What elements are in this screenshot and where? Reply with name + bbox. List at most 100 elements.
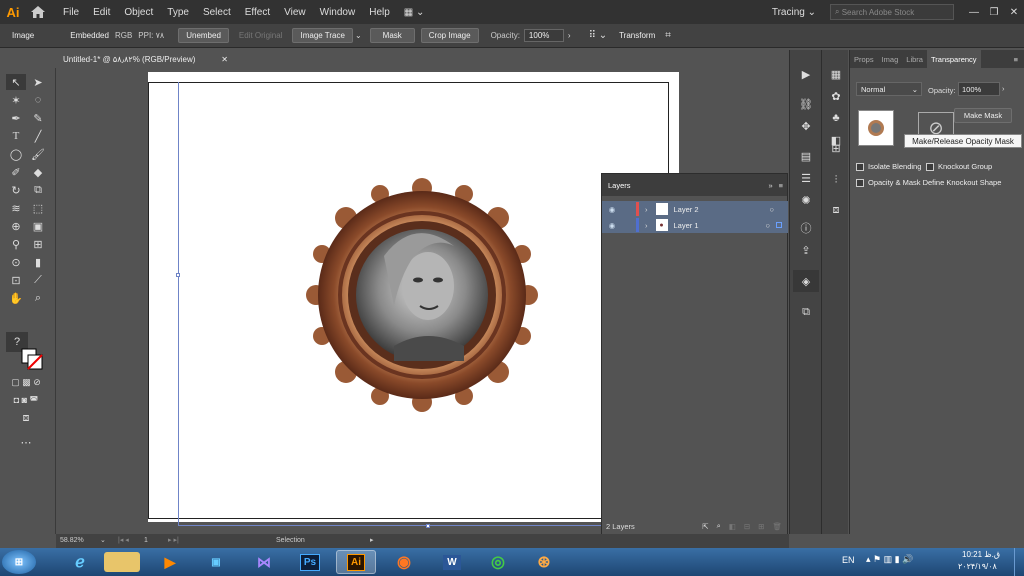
export-icon[interactable]: ⇪ — [796, 242, 816, 258]
appearance-icon[interactable]: ✺ — [796, 192, 816, 208]
menu-help[interactable]: Help — [362, 7, 397, 18]
chrome-icon[interactable]: ◎ — [478, 550, 518, 574]
scale-tool-icon[interactable]: ⧉ — [28, 182, 48, 198]
tab-libraries[interactable]: Libra — [902, 55, 927, 64]
new-sublayer-icon[interactable]: ⊟ — [744, 522, 750, 531]
word-icon[interactable]: W — [432, 550, 472, 574]
opacity-field[interactable]: 100% — [523, 29, 564, 42]
tab-image[interactable]: Imag — [878, 55, 903, 64]
selection-indicator[interactable] — [776, 222, 782, 228]
opacity-arrow-icon[interactable]: › — [568, 31, 571, 40]
magic-wand-icon[interactable]: ✶ — [6, 92, 26, 108]
graph-tool-icon[interactable]: ▮ — [28, 254, 48, 270]
isolate-blending-option[interactable]: Isolate Blending — [856, 162, 921, 172]
zoom-level[interactable]: 58.82% — [60, 537, 84, 544]
export-layer-icon[interactable]: ⇱ — [702, 522, 708, 531]
color-guide-icon[interactable]: ▤ — [796, 148, 816, 164]
artboard-number[interactable]: 1 — [144, 537, 148, 544]
isolate-checkbox[interactable] — [856, 163, 864, 172]
tab-properties[interactable]: Props — [850, 55, 878, 64]
menu-file[interactable]: File — [56, 7, 86, 18]
status-arrow-icon[interactable]: ▸ — [370, 536, 374, 544]
object-thumbnail[interactable] — [858, 110, 894, 146]
target-icon[interactable]: ○ — [765, 221, 770, 230]
hand-tool-icon[interactable]: ✋ — [6, 290, 26, 306]
layers-menu-icon[interactable]: ≡ — [779, 181, 783, 190]
symbols-icon[interactable]: ♣ — [826, 110, 846, 126]
artboard-nav-next-icon[interactable]: ▸ ▸| — [168, 536, 179, 544]
play-actions-icon[interactable]: ▶ — [796, 66, 816, 82]
tp-opacity-arrow-icon[interactable]: › — [1002, 84, 1005, 93]
paintbrush-icon[interactable]: 🖌 — [28, 146, 48, 162]
language-indicator[interactable]: EN — [842, 555, 855, 565]
tp-opacity-field[interactable]: 100% — [958, 82, 1000, 96]
artboard-nav-icon[interactable]: |◂ ◂ — [118, 536, 129, 544]
utility-icon[interactable]: ⊛ — [524, 550, 564, 574]
brushes-icon[interactable]: ✿ — [826, 88, 846, 104]
opacity-mask-option[interactable]: Opacity & Mask Define Knockout Shape — [856, 178, 1001, 188]
warp-tool-icon[interactable]: ≋ — [6, 200, 26, 216]
show-desktop-button[interactable] — [1014, 548, 1024, 576]
make-mask-button[interactable]: Make Mask — [954, 108, 1012, 123]
delete-icon[interactable]: 🗑 — [772, 522, 782, 531]
blend-mode-select[interactable]: Normal ⌄ — [856, 82, 922, 96]
minimize-button[interactable]: — — [964, 7, 984, 18]
menu-select[interactable]: Select — [196, 7, 238, 18]
transform-button[interactable]: Transform — [619, 31, 655, 40]
locate-object-icon[interactable]: ⌕ — [717, 521, 721, 531]
menu-view[interactable]: View — [277, 7, 313, 18]
home-icon[interactable] — [26, 0, 50, 24]
image-trace-button[interactable]: Image Trace — [292, 28, 353, 43]
fill-stroke-icon[interactable] — [20, 348, 44, 370]
links-icon[interactable]: ⛓ — [796, 96, 816, 112]
selection-tool-icon[interactable]: ↖ — [6, 74, 26, 90]
app-icon[interactable]: ▣ — [196, 550, 236, 574]
draw-mode-icon[interactable]: ◘ ◙ ◚ — [4, 392, 48, 408]
crop-image-button[interactable]: Crop Image — [420, 28, 479, 43]
menu-type[interactable]: Type — [160, 7, 196, 18]
screen-mode-icon[interactable]: ⧈ — [16, 410, 36, 426]
align-panel-icon[interactable]: ☰ — [796, 170, 816, 186]
zoom-tool-icon[interactable]: ⌕ — [28, 290, 48, 306]
clock-time[interactable]: ق.ظ 10:21 — [962, 550, 1000, 559]
explorer-icon[interactable] — [104, 552, 140, 572]
selection-handle[interactable] — [176, 273, 180, 277]
shape-builder-icon[interactable]: ⊕ — [6, 218, 26, 234]
more-tools-icon[interactable]: ⋯ — [16, 434, 36, 450]
visual-studio-icon[interactable]: ⋈ — [244, 550, 284, 574]
gradient-tool-icon[interactable]: ▣ — [28, 218, 48, 234]
collapse-icon[interactable]: » — [768, 181, 772, 190]
color-mode-icon[interactable]: ▢ ▩ ⊘ — [4, 374, 48, 390]
illustrator-icon[interactable]: Ai — [336, 550, 376, 574]
firefox-icon[interactable]: ◉ — [384, 550, 424, 574]
clipping-mask-icon[interactable]: ◧ — [729, 522, 736, 531]
clock-date[interactable]: ۲۰۲۴/۱۹/۰۸ — [958, 562, 997, 571]
zoom-dropdown-icon[interactable]: ⌄ — [100, 536, 106, 544]
menu-effect[interactable]: Effect — [238, 7, 277, 18]
knockout-group-option[interactable]: Knockout Group — [926, 162, 992, 172]
info-icon[interactable]: ⓘ — [796, 220, 816, 236]
expand-icon[interactable]: › — [645, 221, 648, 230]
eye-icon[interactable]: ◉ — [602, 205, 622, 214]
image-trace-dropdown-icon[interactable]: ⌄ — [355, 31, 362, 40]
selection-handle[interactable] — [426, 524, 430, 528]
mesh-tool-icon[interactable]: ⊞ — [28, 236, 48, 252]
align-objects-icon[interactable]: ⫶ — [826, 172, 846, 188]
menu-edit[interactable]: Edit — [86, 7, 117, 18]
workspace-switcher[interactable]: Tracing ⌄ — [772, 7, 816, 18]
type-tool-icon[interactable]: T — [6, 128, 26, 144]
photoshop-icon[interactable]: Ps — [290, 550, 330, 574]
direct-selection-tool-icon[interactable]: ➤ — [28, 74, 48, 90]
swatches-icon[interactable]: ▦ — [826, 66, 846, 82]
stock-search[interactable]: ⌕ Search Adobe Stock — [830, 4, 954, 20]
media-player-icon[interactable]: ▶ — [150, 550, 190, 574]
expand-icon[interactable]: › — [645, 205, 648, 214]
edit-original-button[interactable]: Edit Original — [239, 31, 283, 40]
tab-transparency[interactable]: Transparency — [926, 50, 981, 68]
mask-button[interactable]: Mask — [369, 28, 415, 43]
line-tool-icon[interactable]: ╱ — [28, 128, 48, 144]
arrange-docs-icon[interactable]: ▦ ⌄ — [397, 7, 432, 18]
artboards-icon[interactable]: ⧉ — [796, 304, 816, 320]
opacity-mask-checkbox[interactable] — [856, 179, 864, 188]
ornate-frame-image[interactable] — [304, 176, 540, 414]
